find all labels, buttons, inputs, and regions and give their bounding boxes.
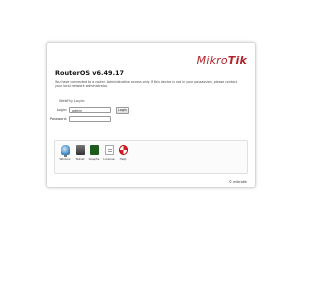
login-input[interactable]: admin	[69, 107, 111, 113]
winbox-link[interactable]: Winbox	[58, 145, 72, 161]
license-label: License	[103, 157, 115, 161]
login-panel: MikroTik RouterOS v6.49.17 You have conn…	[46, 42, 256, 188]
connection-notice: You have connected to a router. Administ…	[55, 80, 238, 89]
help-link[interactable]: Help	[116, 145, 130, 161]
login-label: Login:	[56, 108, 67, 112]
winbox-icon	[60, 145, 70, 157]
page-title: RouterOS v6.49.17	[55, 69, 125, 77]
terminal-icon	[75, 145, 85, 155]
apps-toolbar: Winbox Telnet Graphs License Help	[54, 140, 248, 174]
help-label: Help	[119, 157, 127, 161]
graphs-icon	[89, 145, 99, 155]
mikrotik-logo: MikroTik	[196, 54, 247, 67]
graphs-label: Graphs	[88, 157, 100, 161]
license-document-icon	[104, 145, 114, 155]
license-link[interactable]: License	[102, 145, 116, 161]
telnet-label: Telnet	[75, 157, 85, 161]
login-heading: WebFig Login:	[59, 98, 86, 103]
graphs-link[interactable]: Graphs	[87, 145, 101, 161]
login-button[interactable]: Login	[116, 107, 129, 114]
telnet-link[interactable]: Telnet	[73, 145, 87, 161]
password-label: Password:	[50, 117, 67, 121]
password-input[interactable]	[69, 116, 111, 122]
winbox-label: Winbox	[59, 157, 71, 161]
mikrotik-footer-link[interactable]: © mikrotik	[229, 180, 247, 184]
help-lifebuoy-icon	[118, 145, 128, 155]
